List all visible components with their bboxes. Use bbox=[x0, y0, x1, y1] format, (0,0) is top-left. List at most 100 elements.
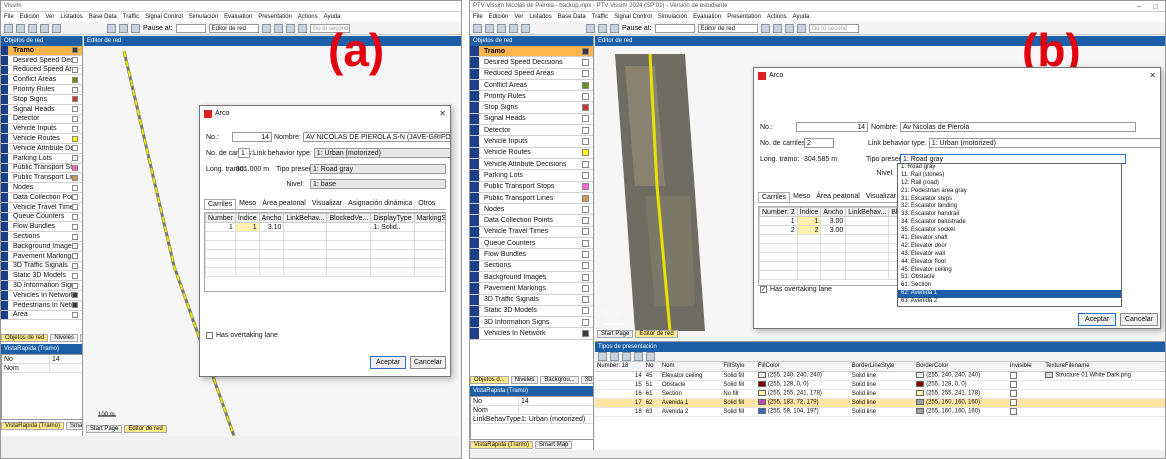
cancel-button-a[interactable]: Cancelar bbox=[410, 356, 446, 369]
sidebar-item[interactable]: Vehicle Attribute Decisions bbox=[470, 158, 593, 171]
dropdown-option[interactable]: 33: Escalator handrail bbox=[898, 211, 1121, 219]
present-select-a[interactable]: 1: Road gray bbox=[310, 164, 446, 174]
grid-cell[interactable] bbox=[326, 222, 372, 232]
sidebar-item[interactable]: Desired Speed Decisions bbox=[1, 55, 82, 66]
grid-cell[interactable] bbox=[283, 222, 328, 232]
name-cell[interactable]: Avenida 1 bbox=[659, 398, 722, 408]
accept-button-a[interactable]: Aceptar bbox=[370, 356, 406, 369]
sidebar-item[interactable]: 3D Traffic Signals bbox=[1, 261, 82, 272]
sidebar-item[interactable]: Reduced Speed Areas bbox=[1, 65, 82, 76]
table-row[interactable]: 15 51 Obstacle Solid fill (255, 128, 0, 0) So… bbox=[595, 380, 1165, 390]
last-icon[interactable] bbox=[796, 23, 806, 33]
table-column-header[interactable]: BorderLineStyle bbox=[849, 362, 915, 372]
color-swatch-icon[interactable] bbox=[72, 96, 78, 103]
color-swatch-icon[interactable] bbox=[582, 183, 589, 191]
sidebar-item[interactable]: Pavement Markings bbox=[470, 283, 593, 295]
menu-item[interactable]: Actions bbox=[767, 14, 787, 20]
quickview-tab[interactable]: VistaRapida (Tramo) bbox=[1, 422, 65, 430]
grid-column-header[interactable]: BlockedVe... bbox=[326, 213, 372, 223]
grid-cell[interactable] bbox=[845, 216, 890, 226]
grid-cell[interactable]: 1 bbox=[205, 222, 236, 232]
dropdown-option[interactable]: 21: Pedestrian area gray bbox=[898, 188, 1121, 196]
sidebar-item[interactable]: Background Images bbox=[470, 271, 593, 284]
level-select-a[interactable]: 1: base bbox=[310, 179, 446, 189]
color-swatch-icon[interactable] bbox=[72, 174, 78, 181]
dropdown-option[interactable]: 1: Road gray bbox=[898, 164, 1121, 172]
menu-item[interactable]: Edición bbox=[20, 14, 40, 20]
new-file-icon[interactable] bbox=[4, 23, 13, 33]
undo-icon[interactable] bbox=[509, 23, 518, 33]
fill-style-cell[interactable]: Solid fill bbox=[721, 371, 756, 381]
color-swatch-icon[interactable] bbox=[582, 307, 589, 315]
sidebar-item[interactable]: Area bbox=[1, 310, 82, 321]
color-swatch-icon[interactable] bbox=[582, 149, 589, 157]
table-column-header[interactable]: Nom bbox=[659, 362, 722, 372]
fill-style-cell[interactable]: Solid fill bbox=[721, 380, 756, 390]
fill-color-cell[interactable]: (255, 240, 240, 240) bbox=[755, 371, 850, 381]
grid-cell[interactable]: 1: Solid.. bbox=[370, 222, 415, 232]
invisible-cell[interactable] bbox=[1007, 407, 1044, 417]
grid-cell[interactable]: 1 bbox=[759, 216, 798, 226]
table-row[interactable]: 1 1 3.00 bbox=[759, 216, 900, 226]
last-icon[interactable] bbox=[297, 23, 307, 33]
table-column-header[interactable]: Invisible bbox=[1007, 362, 1044, 372]
grid-column-header[interactable]: Índice bbox=[234, 213, 260, 223]
grid-cell[interactable]: 3.00 bbox=[820, 216, 847, 226]
dropdown-option[interactable]: 12: Rail (road) bbox=[898, 180, 1121, 188]
sidebar-item[interactable]: Vehicle Attribute Decisions bbox=[1, 143, 82, 154]
accept-button-b[interactable]: Aceptar bbox=[1078, 313, 1116, 326]
color-swatch-icon[interactable] bbox=[72, 194, 78, 201]
sort-icon[interactable] bbox=[634, 352, 643, 361]
dialog-tab[interactable]: Otros bbox=[415, 199, 438, 209]
menu-item[interactable]: Ayuda bbox=[793, 14, 810, 20]
name-cell[interactable]: Section bbox=[659, 389, 722, 399]
menu-item[interactable]: Signal Control bbox=[614, 14, 652, 20]
menu-item[interactable]: Simulación bbox=[658, 14, 687, 20]
table-row[interactable]: 18 63 Avenida 2 Solid fill (255, 58, 104, 19… bbox=[595, 407, 1165, 417]
name-cell[interactable]: Avenida 2 bbox=[659, 407, 722, 417]
color-swatch-icon[interactable] bbox=[582, 92, 589, 100]
dropdown-option[interactable]: 42: Elevator door bbox=[898, 243, 1121, 251]
color-swatch-icon[interactable] bbox=[72, 115, 78, 122]
color-swatch-icon[interactable] bbox=[582, 194, 589, 202]
invisible-checkbox[interactable] bbox=[1009, 407, 1017, 415]
no-cell[interactable]: 62 bbox=[643, 398, 660, 408]
redo-icon[interactable] bbox=[521, 23, 530, 33]
sidebar-item[interactable]: Public Transport Stops bbox=[1, 163, 82, 174]
grid-cell[interactable] bbox=[845, 225, 890, 235]
sidebar-item[interactable]: Public Transport Lines bbox=[470, 192, 593, 205]
new-file-icon[interactable] bbox=[473, 23, 482, 33]
no-cell[interactable]: 45 bbox=[643, 371, 660, 381]
name-cell[interactable]: Obstacle bbox=[659, 380, 722, 390]
texture-cell[interactable] bbox=[1043, 380, 1165, 390]
sidebar-item[interactable]: Data Collection Points bbox=[470, 215, 593, 227]
sidebar-item[interactable]: Vehicle Travel Times bbox=[470, 226, 593, 239]
editor-mode-select[interactable]: Editor de red bbox=[208, 23, 259, 33]
grid-column-header[interactable]: LinkBehav... bbox=[283, 213, 328, 223]
grid-cell[interactable]: 3.10 bbox=[258, 222, 285, 232]
menu-item[interactable]: Presentation bbox=[258, 14, 292, 20]
sidebar-item[interactable]: Vehicle Routes bbox=[1, 134, 82, 144]
invisible-checkbox[interactable] bbox=[1009, 398, 1017, 406]
close-icon[interactable]: ✕ bbox=[1149, 71, 1156, 80]
dialog-tab[interactable]: Carriles bbox=[758, 192, 791, 202]
sidebar-item[interactable]: Flow Bundles bbox=[1, 222, 82, 233]
sidebar-item[interactable]: Pavement Markings bbox=[1, 251, 82, 262]
color-swatch-icon[interactable] bbox=[72, 243, 78, 250]
sidebar-item[interactable]: Sections bbox=[470, 260, 593, 272]
texture-cell[interactable] bbox=[1043, 407, 1165, 417]
menu-item[interactable]: Traffic bbox=[592, 14, 608, 20]
grid-cell[interactable]: 2 bbox=[759, 225, 798, 235]
table-row[interactable]: 2 2 3.00 bbox=[759, 225, 900, 235]
next-icon[interactable] bbox=[784, 23, 794, 33]
dialog-tab[interactable]: Área peatonal bbox=[813, 192, 863, 202]
color-swatch-icon[interactable] bbox=[72, 125, 78, 132]
grid-column-header[interactable]: Índice bbox=[796, 207, 822, 217]
color-swatch-icon[interactable] bbox=[72, 262, 78, 269]
color-swatch-icon[interactable] bbox=[582, 284, 589, 292]
stop-icon[interactable] bbox=[610, 23, 619, 33]
dropdown-option[interactable]: 34: Escalator balustrade bbox=[898, 219, 1121, 227]
color-swatch-icon[interactable] bbox=[72, 272, 78, 279]
sidebar-item[interactable]: Sections bbox=[1, 232, 82, 242]
grid-column-header[interactable]: DisplayType bbox=[370, 213, 415, 223]
